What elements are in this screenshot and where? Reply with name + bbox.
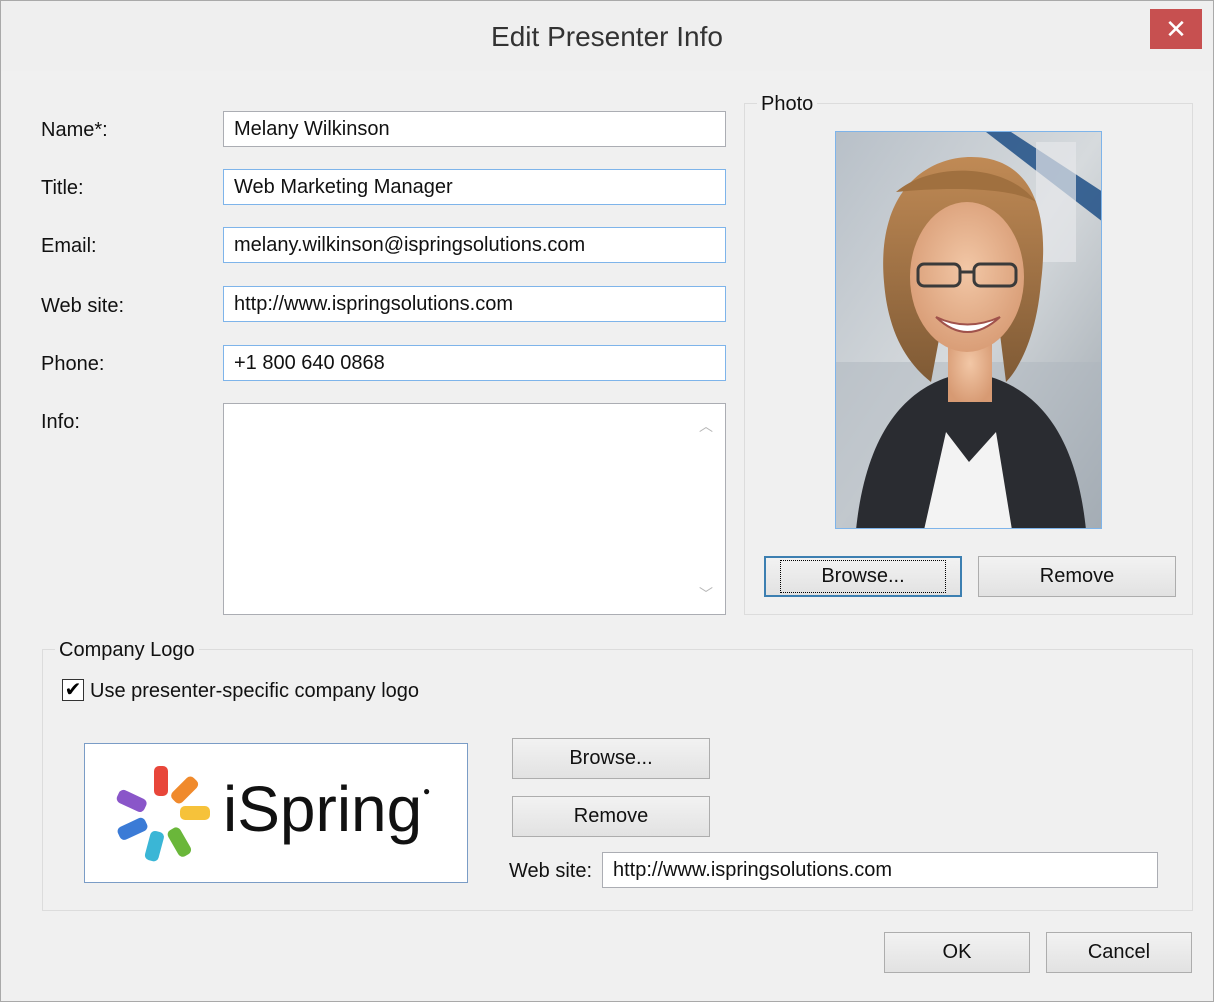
presenter-photo-image [836, 132, 1101, 528]
logo-website-label: Web site: [509, 860, 592, 882]
email-label: Email: [41, 235, 97, 257]
name-label: Name*: [41, 119, 108, 141]
ispring-logo-icon [116, 766, 210, 862]
title-label: Title: [41, 177, 84, 199]
photo-browse-label: Browse... [780, 560, 946, 593]
logo-remove-button[interactable]: Remove [512, 796, 710, 837]
registered-mark: ● [423, 784, 431, 798]
cancel-button[interactable]: Cancel [1046, 932, 1192, 973]
logo-website-field[interactable]: http://www.ispringsolutions.com [602, 852, 1158, 888]
scroll-down-icon[interactable]: ﹀ [697, 584, 715, 602]
company-logo-preview: iSpring ● [84, 743, 468, 883]
close-icon: ✕ [1165, 13, 1187, 44]
info-label: Info: [41, 411, 80, 433]
use-logo-checkbox[interactable]: ✔ [62, 679, 84, 701]
website-label: Web site: [41, 295, 124, 317]
presenter-photo [835, 131, 1102, 529]
title-bar: Edit Presenter Info ✕ [1, 1, 1213, 71]
info-textarea[interactable]: ︿ ﹀ [223, 403, 726, 615]
photo-group-legend: Photo [757, 93, 818, 116]
ispring-logo-text: iSpring [223, 773, 423, 845]
dialog-title: Edit Presenter Info [491, 21, 723, 52]
name-field[interactable]: Melany Wilkinson [223, 111, 726, 147]
website-field[interactable]: http://www.ispringsolutions.com [223, 286, 726, 322]
email-field[interactable]: melany.wilkinson@ispringsolutions.com [223, 227, 726, 263]
title-field[interactable]: Web Marketing Manager [223, 169, 726, 205]
scroll-up-icon[interactable]: ︿ [697, 416, 715, 434]
ok-button[interactable]: OK [884, 932, 1030, 973]
company-logo-group-legend: Company Logo [55, 639, 199, 662]
photo-browse-button[interactable]: Browse... [764, 556, 962, 597]
phone-field[interactable]: +1 800 640 0868 [223, 345, 726, 381]
phone-label: Phone: [41, 353, 105, 375]
use-logo-checkbox-label[interactable]: Use presenter-specific company logo [90, 680, 419, 703]
edit-presenter-dialog: Edit Presenter Info ✕ Name*: Title: Emai… [0, 0, 1214, 1002]
close-button[interactable]: ✕ [1150, 9, 1202, 49]
checkmark-icon: ✔ [64, 679, 82, 701]
photo-remove-button[interactable]: Remove [978, 556, 1176, 597]
logo-browse-button[interactable]: Browse... [512, 738, 710, 779]
